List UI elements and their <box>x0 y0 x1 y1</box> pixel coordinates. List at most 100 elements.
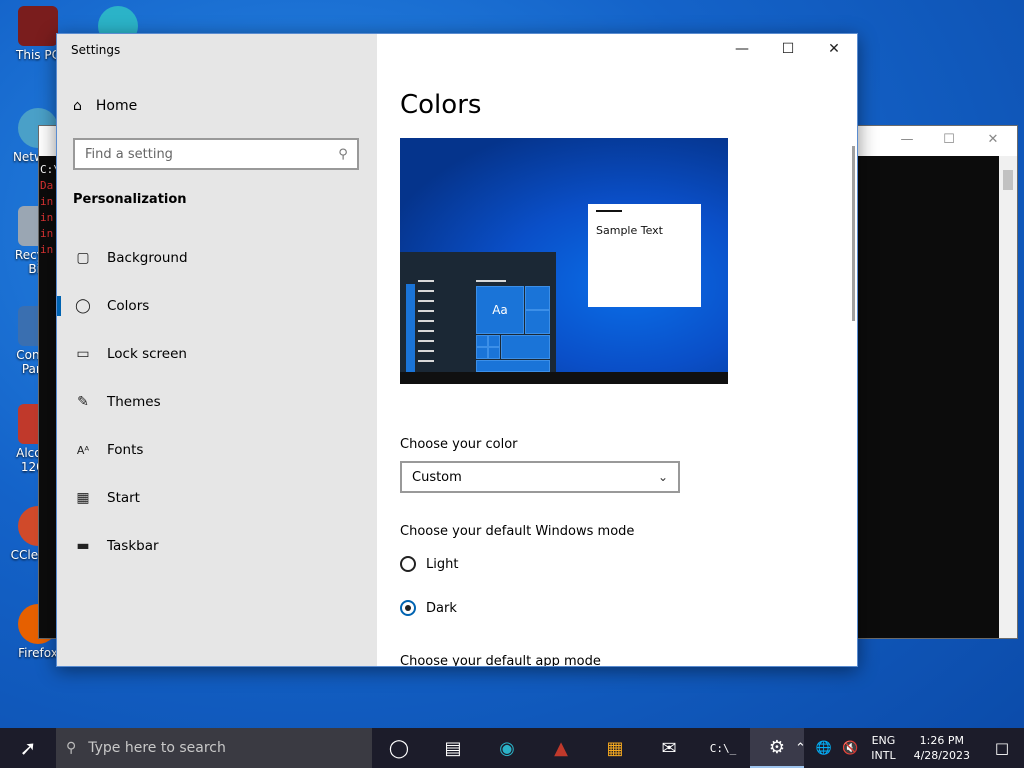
preview-tile-large: Aa <box>476 286 524 334</box>
sidebar-item-themes[interactable]: ✎ Themes <box>57 378 377 426</box>
sidebar-item-lock-screen[interactable]: ▭ Lock screen <box>57 330 377 378</box>
taskbar: ➚ ⚲ ◯ ▤ ◉ ▲ ▦ ✉ C:\_ ⚙ ⌃ 🌐 🔇 ENG INTL 1:… <box>0 728 1024 768</box>
radio-circle[interactable] <box>400 556 416 572</box>
sidebar-item-label: Fonts <box>107 442 144 458</box>
preview-tile <box>501 335 550 359</box>
sidebar-item-colors[interactable]: ◯ Colors <box>57 282 377 330</box>
chevron-down-icon: ⌄ <box>657 470 668 484</box>
choose-color-label: Choose your color <box>400 437 518 452</box>
sidebar-item-start[interactable]: ▦ Start <box>57 474 377 522</box>
window-title: Settings <box>71 43 121 57</box>
radio-label: Light <box>426 556 459 572</box>
settings-nav: ▢ Background ◯ Colors ▭ Lock screen ✎ Th… <box>57 234 377 570</box>
preview-tile <box>488 335 500 347</box>
app-mode-label: Choose your default app mode <box>400 654 601 667</box>
taskbar-search[interactable]: ⚲ <box>56 728 372 768</box>
radio-circle-selected[interactable] <box>400 600 416 616</box>
sidebar-item-label: Start <box>107 490 140 506</box>
mail-icon: ✉ <box>661 737 677 759</box>
system-tray: ⌃ 🌐 🔇 ENG INTL 1:26 PM 4/28/2023 □ <box>790 728 1024 768</box>
radio-light[interactable]: Light <box>400 556 458 572</box>
preview-menu-line <box>418 350 434 352</box>
computer-icon <box>18 6 58 46</box>
window-controls: — ☐ ✕ <box>719 34 857 64</box>
preview-tile <box>476 347 488 359</box>
color-preview: Aa Sample Text <box>400 138 728 384</box>
home-link[interactable]: ⌂ Home <box>73 98 137 114</box>
preview-tile <box>476 335 488 347</box>
edge-icon: ◉ <box>499 737 515 759</box>
clock-time: 1:26 PM <box>919 734 964 747</box>
language-line: ENG <box>871 734 896 747</box>
preview-menu-line <box>418 340 434 342</box>
taskbar-cmd[interactable]: C:\_ <box>696 728 750 768</box>
preview-menu-line <box>476 280 506 282</box>
task-view-icon: ▤ <box>444 737 462 759</box>
minimize-icon[interactable]: — <box>895 132 919 150</box>
minimize-icon[interactable]: — <box>719 34 765 64</box>
sidebar-item-taskbar[interactable]: ▬ Taskbar <box>57 522 377 570</box>
sidebar-item-label: Themes <box>107 394 161 410</box>
clock[interactable]: 1:26 PM 4/28/2023 <box>904 733 980 763</box>
settings-search-box[interactable]: ⚲ <box>73 138 359 170</box>
content-scrollbar[interactable] <box>852 146 855 321</box>
search-icon: ⚲ <box>66 740 77 756</box>
taskbar-icon: ▬ <box>76 538 90 554</box>
close-icon[interactable]: ✕ <box>811 34 857 64</box>
preview-menu-line <box>418 330 434 332</box>
clock-date: 4/28/2023 <box>913 749 970 762</box>
sample-text: Sample Text <box>596 224 663 237</box>
desktop-icon-label: This PC <box>16 48 60 62</box>
preview-tile <box>525 286 550 310</box>
taskbar-game-app[interactable]: ▲ <box>534 728 588 768</box>
preview-menu-line <box>418 290 434 292</box>
close-icon[interactable]: ✕ <box>981 132 1005 150</box>
preview-start-menu: Aa <box>400 252 556 372</box>
search-icon: ⚲ <box>338 146 348 162</box>
dropdown-value: Custom <box>412 469 462 485</box>
picture-icon: ▢ <box>76 250 90 266</box>
maximize-icon[interactable]: ☐ <box>765 34 811 64</box>
radio-label: Dark <box>426 600 457 616</box>
chevron-up-icon[interactable]: ⌃ <box>790 741 811 756</box>
sidebar-item-background[interactable]: ▢ Background <box>57 234 377 282</box>
settings-search-input[interactable] <box>75 145 329 163</box>
taskbar-store[interactable]: ▦ <box>588 728 642 768</box>
settings-content: — ☐ ✕ Colors Aa Sample Text Choose your … <box>377 34 857 666</box>
sidebar-item-label: Background <box>107 250 188 266</box>
language-indicator[interactable]: ENG INTL <box>863 733 903 763</box>
scroll-thumb[interactable] <box>1003 170 1013 190</box>
preview-window-bar <box>596 210 622 212</box>
desktop-icon-label: Firefox <box>18 646 58 660</box>
gear-icon: ⚙ <box>768 736 786 758</box>
maximize-icon[interactable]: ☐ <box>937 132 961 150</box>
taskbar-edge[interactable]: ◉ <box>480 728 534 768</box>
sidebar-item-label: Lock screen <box>107 346 187 362</box>
preview-taskbar <box>400 372 728 384</box>
notification-icon[interactable]: □ <box>980 739 1024 757</box>
volume-muted-icon[interactable]: 🔇 <box>837 741 863 756</box>
cortana-icon: ◯ <box>388 737 410 759</box>
preview-window: Sample Text <box>588 204 701 307</box>
task-view-button[interactable]: ▤ <box>426 728 480 768</box>
language-line: INTL <box>871 749 896 762</box>
cortana-button[interactable]: ◯ <box>372 728 426 768</box>
color-mode-dropdown[interactable]: Custom ⌄ <box>400 461 680 493</box>
radio-dark[interactable]: Dark <box>400 600 457 616</box>
store-icon: ▦ <box>606 737 624 759</box>
console-scrollbar[interactable] <box>999 156 1017 638</box>
start-icon: ▦ <box>76 490 90 506</box>
brush-icon: ✎ <box>77 394 89 410</box>
game-app-icon: ▲ <box>554 737 568 759</box>
palette-icon: ◯ <box>75 298 91 314</box>
settings-window: Settings ⌂ Home ⚲ Personalization ▢ Back… <box>56 33 858 667</box>
sidebar-item-fonts[interactable]: Aᴬ Fonts <box>57 426 377 474</box>
preview-menu-line <box>418 280 434 282</box>
settings-sidebar: Settings ⌂ Home ⚲ Personalization ▢ Back… <box>57 34 377 666</box>
taskbar-search-input[interactable] <box>86 739 341 757</box>
taskbar-mail[interactable]: ✉ <box>642 728 696 768</box>
network-icon[interactable]: 🌐 <box>811 741 837 756</box>
start-button[interactable]: ➚ <box>0 728 56 768</box>
font-icon: Aᴬ <box>76 443 90 457</box>
page-title: Colors <box>400 90 482 120</box>
